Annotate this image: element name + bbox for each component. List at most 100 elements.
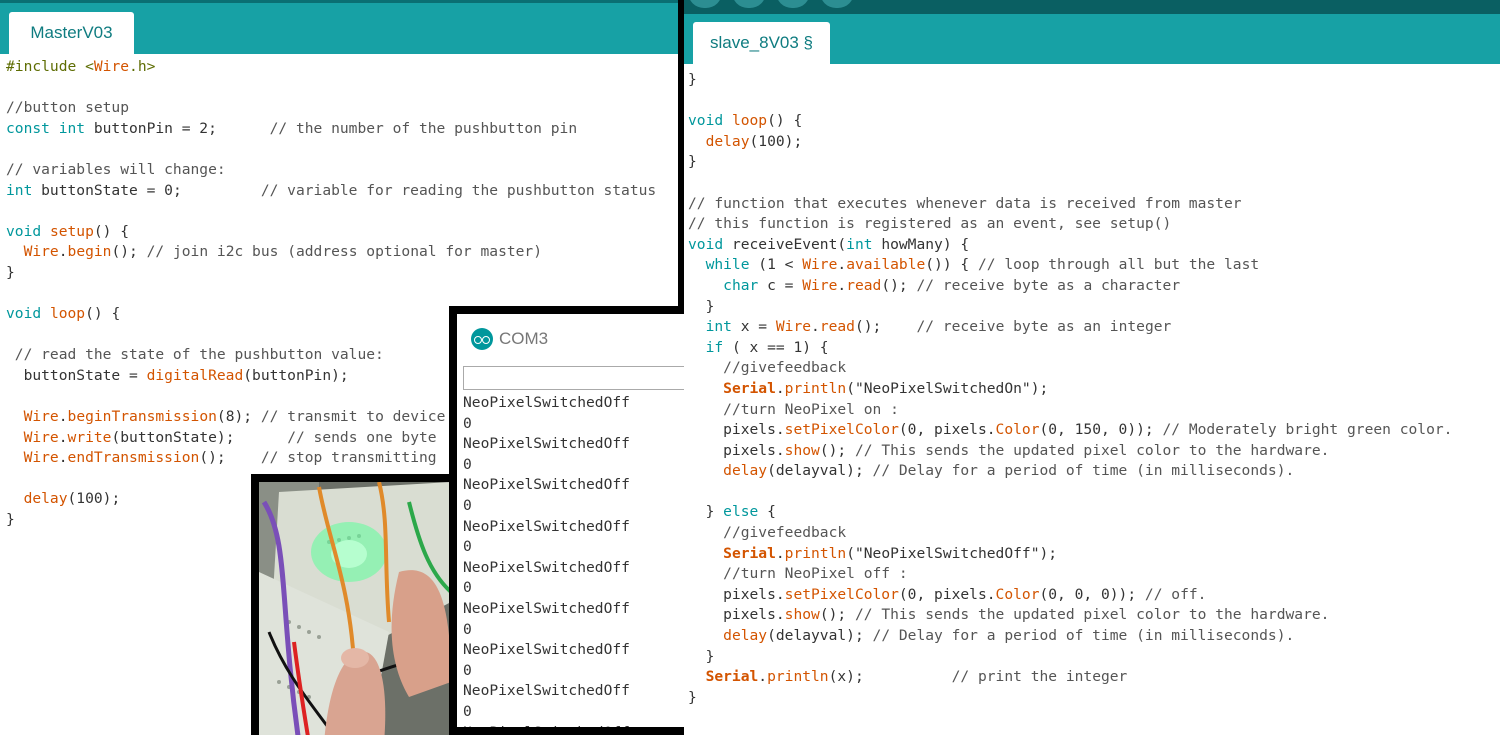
code-token: void: [688, 112, 724, 130]
code-token: }: [688, 153, 697, 171]
code-token: (100);: [749, 132, 803, 150]
code-token: char: [723, 276, 759, 294]
code-token: }: [6, 263, 15, 281]
code-token: .: [775, 379, 785, 397]
code-token: howMany) {: [872, 235, 970, 253]
code-token: }: [688, 71, 697, 88]
code-token: pixels.: [688, 606, 785, 624]
code-token: void: [6, 305, 42, 323]
code-token: //turn NeoPixel on :: [723, 400, 899, 418]
code-token: // function that executes whenever data …: [688, 194, 1242, 212]
code-line: char c = Wire.read(); // receive byte as…: [688, 276, 1452, 297]
serial-output-line: 0: [463, 702, 472, 720]
serial-monitor-window: COM3 NeoPixelSwitchedOff 0 NeoPixelSwitche…: [449, 306, 684, 735]
code-line: pixels.show(); // This sends the updated…: [688, 441, 1452, 462]
code-token: buttonState = 0;: [32, 181, 261, 199]
code-token: .: [58, 243, 68, 261]
code-token: (delayval);: [767, 627, 873, 645]
arduino-logo-icon: [688, 0, 898, 8]
code-token: // receive byte as a character: [916, 276, 1181, 294]
code-token: // variables will change:: [6, 160, 226, 178]
serial-output-line: NeoPixelSwitchedOff: [463, 723, 630, 735]
code-token: // Delay for a period of time (in millis…: [872, 462, 1295, 480]
code-token: void: [6, 222, 42, 240]
code-token: (buttonState);: [111, 428, 288, 446]
code-line: //givefeedback: [688, 358, 1452, 379]
tab-slave-8v03[interactable]: slave_8V03 §: [693, 22, 830, 64]
serial-output-line: 0: [463, 538, 472, 556]
code-token: Wire: [23, 449, 59, 467]
code-line: #include <Wire.h>: [6, 57, 656, 78]
serial-output-line: 0: [463, 455, 472, 473]
code-token: // this function is registered as an eve…: [688, 215, 1172, 233]
code-token: .: [58, 428, 68, 446]
serial-output-line: 0: [463, 579, 472, 597]
code-token: delay: [23, 490, 68, 508]
tab-masterv03[interactable]: MasterV03: [9, 12, 134, 54]
code-token: ();: [881, 276, 917, 294]
serial-output-line: NeoPixelSwitchedOff: [463, 682, 630, 700]
code-token: // stop transmitting: [260, 449, 437, 467]
code-token: receiveEvent(: [723, 235, 847, 253]
serial-output-line: NeoPixelSwitchedOff: [463, 641, 630, 659]
code-token: delay: [723, 627, 768, 645]
code-line: delay(delayval); // Delay for a period o…: [688, 461, 1452, 482]
serial-send-input[interactable]: [463, 366, 684, 390]
code-token: show: [784, 441, 820, 459]
code-token: Color: [995, 585, 1040, 603]
code-line: Serial.println("NeoPixelSwitchedOff");: [688, 544, 1452, 565]
code-token: loop: [49, 305, 86, 323]
master-tab-bar: MasterV03: [0, 0, 678, 54]
code-token: .: [811, 318, 820, 336]
code-token: void: [688, 235, 724, 253]
code-token: const int: [6, 119, 86, 137]
serial-output-line: 0: [463, 661, 472, 679]
code-token: loop: [731, 112, 768, 130]
code-token: read: [846, 276, 882, 294]
code-token: else: [723, 503, 759, 521]
slave-code-editor[interactable]: } void loop() { delay(100);} // function…: [688, 70, 1452, 708]
code-token: if: [705, 338, 724, 356]
code-line: }: [688, 152, 1452, 173]
code-token: Serial: [723, 544, 776, 562]
code-line: pixels.setPixelColor(0, pixels.Color(0, …: [688, 585, 1452, 606]
code-token: //turn NeoPixel off :: [723, 565, 908, 583]
serial-output-log: NeoPixelSwitchedOff 0 NeoPixelSwitchedOff 0…: [463, 393, 630, 735]
code-token: .: [837, 256, 847, 274]
code-line: delay(100);: [688, 132, 1452, 153]
code-line: delay(delayval); // Delay for a period o…: [688, 626, 1452, 647]
code-token: println: [767, 668, 829, 686]
slave-title-strip: [684, 0, 1500, 14]
code-line: Wire.begin(); // join i2c bus (address o…: [6, 242, 656, 263]
code-token: println: [784, 544, 847, 562]
code-token: pixels.: [688, 421, 785, 439]
code-token: x =: [731, 318, 776, 336]
code-token: Serial: [705, 668, 759, 686]
code-token: read: [819, 318, 855, 336]
code-token: ();: [854, 318, 917, 336]
code-line: void setup() {: [6, 222, 656, 243]
code-token: () {: [85, 305, 121, 323]
code-token: delay: [705, 132, 750, 150]
code-token: //button setup: [6, 99, 130, 117]
code-token: (100);: [67, 490, 121, 508]
code-token: while: [705, 256, 750, 274]
code-token: () {: [93, 222, 130, 240]
code-token: ();: [199, 449, 261, 467]
code-line: if ( x == 1) {: [688, 338, 1452, 359]
code-token: println: [784, 379, 847, 397]
code-token: Wire: [775, 318, 812, 336]
code-line: //givefeedback: [688, 523, 1452, 544]
